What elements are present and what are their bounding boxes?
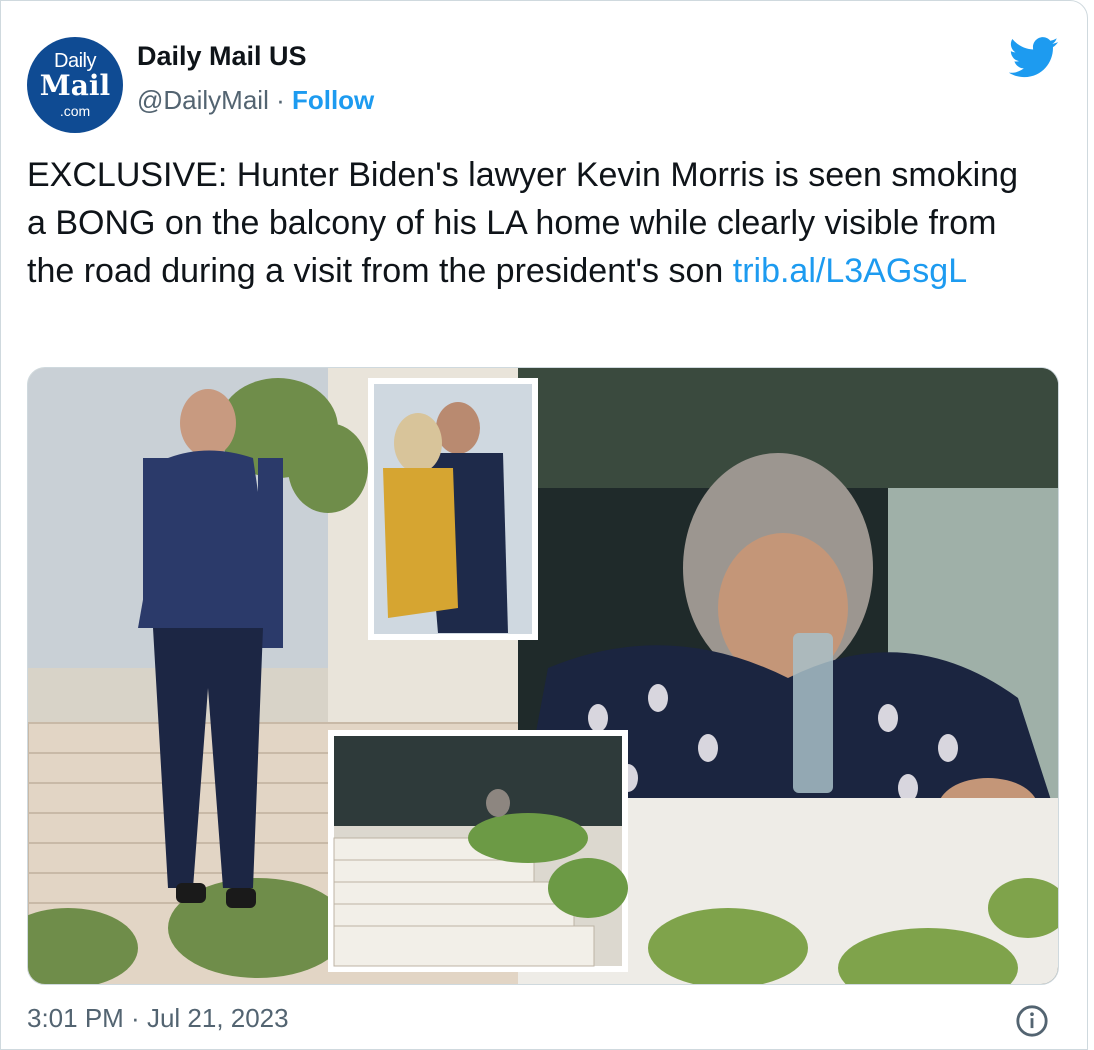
handle[interactable]: @DailyMail — [137, 85, 269, 115]
follow-button[interactable]: Follow — [292, 85, 374, 115]
handle-row: @DailyMail · Follow — [137, 85, 374, 116]
handle-separator: · — [268, 85, 292, 115]
avatar-line-3: .com — [59, 103, 91, 119]
avatar-line-2: Mail — [39, 69, 111, 102]
info-icon[interactable] — [1015, 1004, 1049, 1038]
timestamp[interactable]: 3:01 PM · Jul 21, 2023 — [27, 1003, 289, 1034]
avatar[interactable]: Daily Mail .com — [27, 37, 123, 133]
tweet-date: Jul 21, 2023 — [146, 1003, 289, 1033]
tweet-link[interactable]: trib.al/L3AGsgL — [733, 252, 967, 290]
tweet-time: 3:01 PM — [27, 1003, 124, 1033]
tweet-text: EXCLUSIVE: Hunter Biden's lawyer Kevin M… — [27, 151, 1037, 295]
tweet-card[interactable]: Daily Mail .com Daily Mail US @DailyMail… — [0, 0, 1088, 1050]
display-name[interactable]: Daily Mail US — [137, 41, 307, 72]
timestamp-separator: · — [123, 1003, 147, 1033]
twitter-bird-icon[interactable] — [1009, 37, 1059, 79]
tweet-photo[interactable] — [27, 367, 1059, 985]
photo-collage — [28, 368, 1058, 984]
